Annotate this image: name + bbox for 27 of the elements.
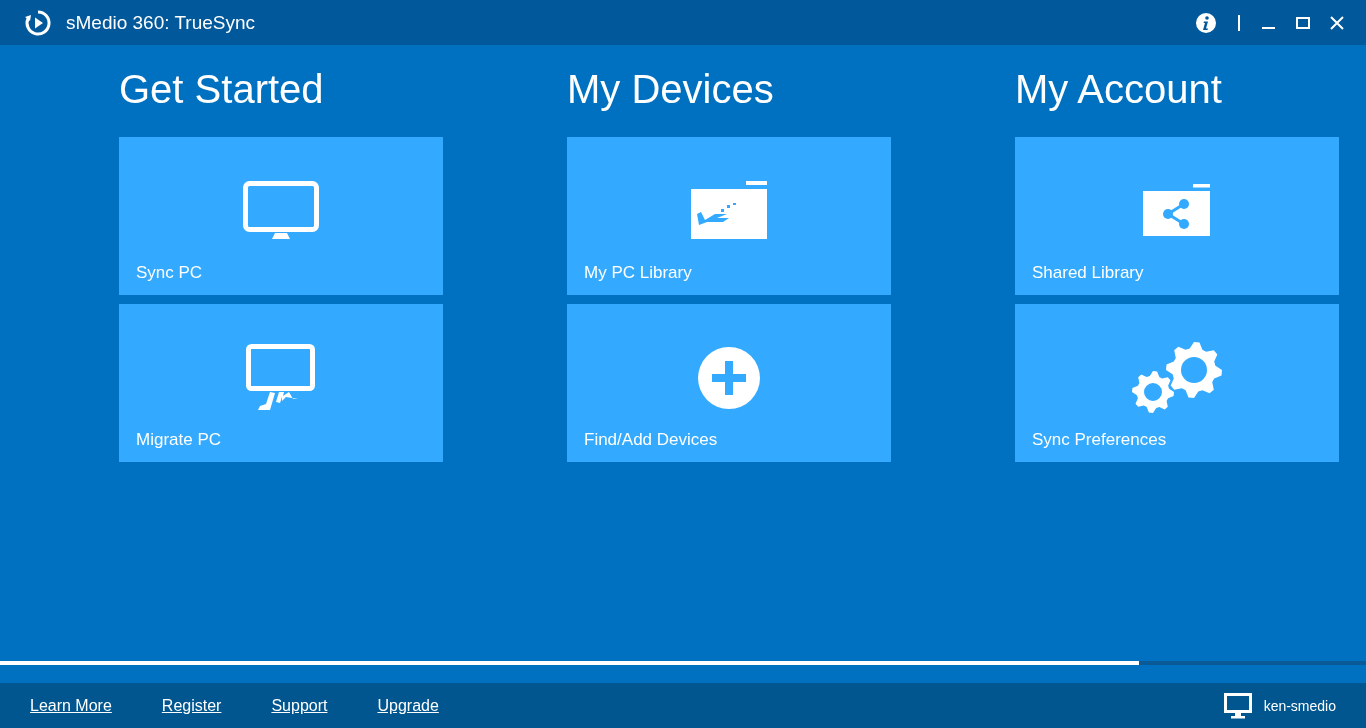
play-circle-icon [24,8,52,37]
footer-link[interactable]: Support [271,696,328,715]
section-heading: My Devices [567,66,775,113]
folder-share-icon [1142,184,1212,238]
info-icon[interactable] [1196,12,1216,33]
tile-button[interactable]: Migrate PC [119,304,443,462]
section-heading: My Account [1015,66,1223,113]
folder-hand-icon [689,181,769,241]
maximize-icon[interactable] [1296,15,1310,30]
section-heading: Get Started [119,66,325,113]
tile-button[interactable]: Shared Library [1015,137,1339,295]
tile-button[interactable]: Find/Add Devices [567,304,891,462]
tile-button[interactable]: Sync PC [119,137,443,295]
separator [1238,14,1240,31]
monitor-icon [1223,692,1252,719]
computer-name: ken-smedio [1263,697,1336,714]
footer-link[interactable]: Register [161,696,222,715]
plus-circle-icon [698,347,760,409]
footer-link[interactable]: Upgrade [377,696,439,715]
tile-button[interactable]: My PC Library [567,137,891,295]
gears-icon [1131,342,1223,414]
monitor-icon [243,181,319,241]
footer-link[interactable]: Learn More [30,696,112,715]
close-icon[interactable] [1330,15,1344,30]
monitor-with-arrows-icon [246,344,316,412]
window-title: sMedio 360: TrueSync [66,11,256,34]
tile-button[interactable]: Sync Preferences [1015,304,1339,462]
